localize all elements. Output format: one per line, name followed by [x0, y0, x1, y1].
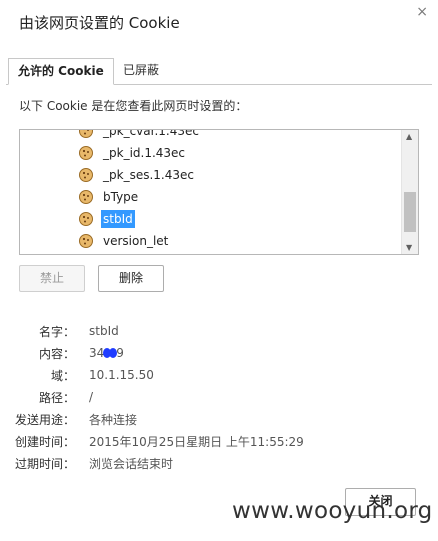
detail-row-created: 创建时间： 2015年10月25日星期日 上午11:55:29	[0, 430, 304, 452]
dialog-title: 由该网页设置的 Cookie	[19, 14, 180, 32]
detail-label: 发送用途：	[14, 412, 75, 427]
detail-label: 创建时间：	[14, 434, 75, 449]
cookie-item-label: bType	[103, 190, 139, 204]
cookie-item[interactable]: bType	[78, 187, 140, 207]
content-suffix: 9	[116, 346, 124, 360]
cookie-icon	[79, 212, 93, 226]
cookie-item[interactable]: _pk_cvar.1.43ec	[78, 129, 201, 141]
block-button[interactable]: 禁止	[19, 265, 85, 292]
tab-allowed-cookies[interactable]: 允许的 Cookie	[8, 58, 114, 85]
cookie-item[interactable]: _pk_ses.1.43ec	[78, 165, 196, 185]
detail-row-domain: 域： 10.1.15.50	[0, 364, 154, 386]
tab-blocked[interactable]: 已屏蔽	[114, 58, 168, 83]
detail-row-send-for: 发送用途： 各种连接	[0, 408, 137, 430]
cookie-icon	[79, 130, 93, 138]
scroll-down-arrow-icon[interactable]: ▼	[406, 243, 412, 252]
cookie-item-selected[interactable]: stbId	[78, 209, 135, 229]
detail-value: stbId	[89, 324, 119, 338]
detail-label: 过期时间：	[14, 456, 75, 471]
watermark: www.wooyun.org	[232, 498, 433, 524]
cookie-item-label: version_let	[103, 234, 169, 248]
tree-scrollbar[interactable]: ▲ ▼	[401, 130, 418, 254]
detail-row-content: 内容： 34 9	[0, 342, 124, 364]
cookie-item[interactable]: _pk_id.1.43ec	[78, 143, 187, 163]
cookies-dialog: 由该网页设置的 Cookie × 允许的 Cookie 已屏蔽 以下 Cooki…	[0, 0, 438, 541]
detail-row-expires: 过期时间： 浏览会话结束时	[0, 452, 173, 474]
cookie-item-label: stbId	[101, 210, 135, 228]
cookies-description: 以下 Cookie 是在您查看此网页时设置的：	[19, 99, 248, 113]
detail-value: 各种连接	[89, 412, 138, 427]
cookie-item[interactable]: version_let	[78, 231, 170, 251]
cookie-item-label: _pk_id.1.43ec	[103, 146, 186, 160]
scroll-up-arrow-icon[interactable]: ▲	[406, 132, 412, 141]
remove-button[interactable]: 删除	[98, 265, 164, 292]
scroll-thumb[interactable]	[404, 192, 416, 232]
detail-label: 内容：	[38, 346, 75, 361]
cookie-tree[interactable]: _pk_cvar.1.43ec _pk_id.1.43ec _pk_ses.1.…	[19, 129, 419, 255]
cookie-icon	[79, 146, 93, 160]
cookie-icon	[79, 168, 93, 182]
detail-label: 域：	[50, 368, 75, 383]
content-prefix: 34	[89, 346, 105, 360]
cookie-item-label: _pk_ses.1.43ec	[103, 168, 194, 182]
detail-value: 34 9	[89, 346, 124, 360]
detail-label: 名字：	[38, 324, 75, 339]
cookie-icon	[79, 234, 93, 248]
detail-value: /	[89, 390, 94, 404]
cookie-icon	[79, 190, 93, 204]
detail-row-path: 路径： /	[0, 386, 93, 408]
detail-value: 10.1.15.50	[89, 368, 154, 382]
close-icon[interactable]: ×	[416, 4, 428, 20]
detail-label: 路径：	[38, 390, 75, 405]
detail-value: 浏览会话结束时	[89, 456, 174, 471]
cookie-item-label: _pk_cvar.1.43ec	[103, 129, 199, 138]
detail-value: 2015年10月25日星期日 上午11:55:29	[89, 434, 304, 449]
detail-row-name: 名字： stbId	[0, 320, 119, 342]
tab-bar: 允许的 Cookie 已屏蔽	[6, 58, 432, 85]
